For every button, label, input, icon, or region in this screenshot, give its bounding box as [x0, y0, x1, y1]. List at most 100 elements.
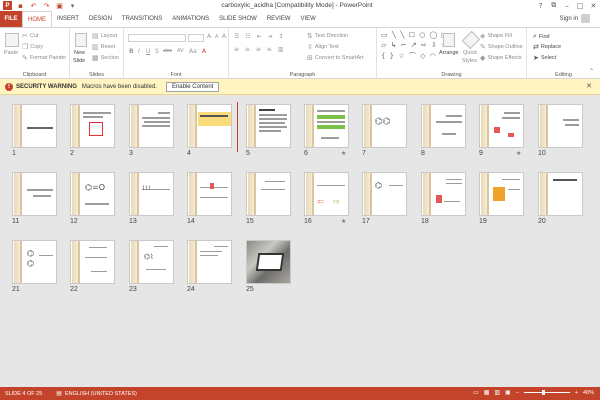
change-case-button[interactable]: Aa: [189, 48, 197, 55]
save-icon[interactable]: ▪: [16, 1, 25, 10]
quick-styles-icon[interactable]: [461, 30, 481, 50]
tab-slide-show[interactable]: SLIDE SHOW: [214, 11, 262, 27]
slide-thumbnail-20[interactable]: [538, 172, 583, 216]
slide-thumbnail-22[interactable]: [70, 240, 115, 284]
font-name-box[interactable]: [128, 34, 186, 42]
new-slide-button[interactable]: New: [74, 50, 85, 56]
paste-button[interactable]: Paste: [4, 50, 18, 56]
slide-thumbnail-14[interactable]: [187, 172, 232, 216]
help-icon[interactable]: ?: [534, 0, 547, 11]
shape-fill-button[interactable]: ◈ Shape Fill: [480, 32, 512, 40]
grow-font-icon[interactable]: A: [207, 33, 211, 40]
quick-styles-button[interactable]: Quick: [463, 50, 477, 56]
slide-thumbnail-11[interactable]: [12, 172, 57, 216]
enable-content-button[interactable]: Enable Content: [165, 81, 220, 92]
text-direction-button[interactable]: ⇅ Text Direction: [307, 32, 348, 40]
shrink-font-icon[interactable]: A: [215, 34, 218, 40]
shapes-gallery-icon[interactable]: ▭ ╲ ╲ ☐ ○ ◯ ▷: [381, 31, 448, 39]
shapes-gallery-row2-icon[interactable]: ▱ ↳ ⌐ ↗ ⇨ ⇩ ☆: [381, 41, 448, 49]
close-warning-icon[interactable]: ✕: [586, 82, 592, 90]
sign-in[interactable]: Sign in: [560, 14, 590, 23]
tab-insert[interactable]: INSERT: [52, 11, 84, 27]
tab-design[interactable]: DESIGN: [84, 11, 117, 27]
zoom-slider[interactable]: [523, 390, 570, 395]
slideshow-view-icon[interactable]: ▣: [505, 389, 511, 396]
slide-thumbnail-7[interactable]: ⌬⌬: [362, 104, 407, 148]
slide-thumbnail-4[interactable]: [187, 104, 232, 148]
list-buttons-icon[interactable]: ☰ ☷ ⇤ ⇥ ↕: [234, 33, 285, 40]
slide-thumbnail-9[interactable]: [479, 104, 524, 148]
paste-icon[interactable]: [5, 33, 19, 47]
bold-button[interactable]: B: [129, 48, 134, 55]
slide-thumbnail-10[interactable]: [538, 104, 583, 148]
slide-thumbnail-3[interactable]: [129, 104, 174, 148]
zoom-out-button[interactable]: –: [516, 390, 519, 396]
slide-thumbnail-8[interactable]: [421, 104, 466, 148]
slide-sorter-view-icon[interactable]: ▦: [484, 389, 490, 396]
slide-thumbnail-19[interactable]: [479, 172, 524, 216]
font-color-button[interactable]: A: [202, 48, 206, 55]
tab-home[interactable]: HOME: [22, 11, 52, 27]
clear-format-icon[interactable]: A: [222, 33, 226, 40]
start-slideshow-icon[interactable]: ▣: [55, 1, 64, 10]
shape-effects-button[interactable]: ◆ Shape Effects: [480, 54, 522, 62]
customize-qat-icon[interactable]: ▾: [68, 1, 77, 10]
tab-animations[interactable]: ANIMATIONS: [167, 11, 214, 27]
slide-thumbnail-16[interactable]: ⇦ ⇨: [304, 172, 349, 216]
format-painter-button[interactable]: ✎ Format Painter: [22, 54, 66, 62]
slide-thumbnail-21[interactable]: ⌬ ⌬: [12, 240, 57, 284]
slide-thumbnail-15[interactable]: [246, 172, 291, 216]
cut-button[interactable]: ✂ Cut: [22, 32, 38, 40]
tab-file[interactable]: FILE: [0, 11, 22, 27]
underline-button[interactable]: U: [146, 48, 150, 55]
reading-view-icon[interactable]: ▥: [494, 389, 500, 396]
reset-button[interactable]: ▥ Reset: [92, 43, 115, 51]
redo-icon[interactable]: ↷: [42, 1, 51, 10]
italic-button[interactable]: I: [138, 48, 140, 55]
tab-transitions[interactable]: TRANSITIONS: [117, 11, 167, 27]
ribbon-display-icon[interactable]: ⧉: [547, 0, 560, 11]
layout-button[interactable]: ▤ Layout: [92, 32, 117, 40]
slide-thumbnail-5[interactable]: [246, 104, 291, 148]
shape-outline-button[interactable]: ✎ Shape Outline: [480, 43, 523, 51]
new-slide-label-2[interactable]: Slide: [73, 58, 85, 64]
close-icon[interactable]: ✕: [587, 0, 600, 11]
align-text-button[interactable]: ⇳ Align Text: [307, 43, 339, 51]
section-button[interactable]: ▦ Section: [92, 54, 119, 62]
smartart-button[interactable]: ⊞ Convert to SmartArt: [307, 54, 363, 62]
find-button[interactable]: ⌕ Find: [533, 32, 550, 41]
slide-thumbnail-18[interactable]: [421, 172, 466, 216]
slide-thumbnail-23[interactable]: ⌬⌇: [129, 240, 174, 284]
slide-thumbnail-2[interactable]: [70, 104, 115, 148]
slide-thumbnail-13[interactable]: ⌇⌇⌇: [129, 172, 174, 216]
font-size-box[interactable]: [188, 34, 204, 42]
shadow-button[interactable]: S: [155, 48, 159, 55]
char-spacing-button[interactable]: AV: [177, 48, 184, 54]
slide-thumbnail-6[interactable]: [304, 104, 349, 148]
language-indicator[interactable]: ▤ ENGLISH (UNITED STATES): [56, 390, 137, 397]
quick-styles-label-2[interactable]: Styles: [462, 58, 477, 64]
minimize-icon[interactable]: –: [560, 0, 573, 11]
copy-button[interactable]: ❐ Copy: [22, 43, 43, 51]
zoom-slider-thumb[interactable]: [541, 390, 545, 395]
slide-thumbnail-1[interactable]: [12, 104, 57, 148]
new-slide-icon[interactable]: [75, 33, 87, 47]
undo-icon[interactable]: ↶: [29, 1, 38, 10]
maximize-icon[interactable]: □: [574, 0, 587, 11]
shapes-gallery-row3-icon[interactable]: { } ☆ ⌒ ◇ ◠: [381, 51, 437, 61]
slide-thumbnail-24[interactable]: [187, 240, 232, 284]
select-button[interactable]: ➤ Select: [533, 54, 556, 62]
strikethrough-button[interactable]: abc: [163, 48, 172, 54]
zoom-in-button[interactable]: +: [575, 390, 578, 396]
slide-thumbnail-25[interactable]: [246, 240, 291, 284]
slide-thumbnail-17[interactable]: ⌬: [362, 172, 407, 216]
normal-view-icon[interactable]: ▭: [473, 389, 479, 396]
tab-view[interactable]: VIEW: [296, 11, 321, 27]
replace-button[interactable]: ⇄ Replace: [533, 43, 561, 51]
arrange-button[interactable]: Arrange: [439, 50, 459, 56]
zoom-level[interactable]: 40%: [583, 390, 594, 396]
arrange-icon[interactable]: [443, 33, 455, 47]
tab-review[interactable]: REVIEW: [262, 11, 296, 27]
align-buttons-icon[interactable]: ≡ ≡ ≡ ≡ ▥: [234, 46, 285, 53]
slide-thumbnail-12[interactable]: ⌬=O: [70, 172, 115, 216]
